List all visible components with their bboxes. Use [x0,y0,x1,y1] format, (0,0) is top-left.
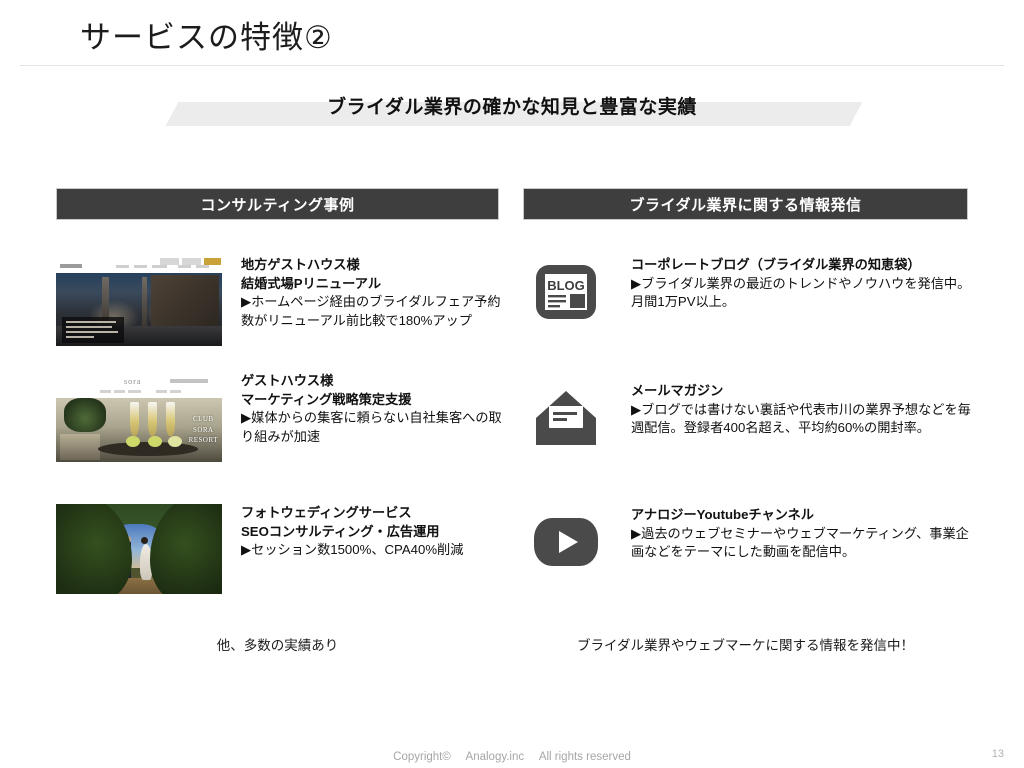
column-header-consulting: コンサルティング事例 [56,188,499,220]
list-item-body: ゲストハウス様 マーケティング戦略策定支援 ▶媒体からの集客に頼らない自社集客へ… [241,372,508,447]
list-item-heading: ゲストハウス様 マーケティング戦略策定支援 [241,373,412,407]
list-item-heading: 地方ゲストハウス様 結婚式場Pリニューアル [241,257,382,291]
page-title: サービスの特徴② [80,20,333,55]
list-item: アナロジーYoutubeチャンネル ▶過去のウェブセミナーやウェブマーケティング… [523,506,975,578]
site-logo-text: sora [124,377,142,386]
page-number: 13 [991,748,1004,760]
list-item-body: フォトウェディングサービス SEOコンサルティング・広告運用 ▶セッション数15… [241,504,508,560]
venue-dusk-photo [56,273,222,346]
column-header-information: ブライダル業界に関する情報発信 [523,188,968,220]
caption-information: ブライダル業界やウェブマーケに関する情報を発信中！ [577,638,914,653]
list-item-description: ▶ブライダル業界の最近のトレンドやノウハウを発信中。月間1万PV以上。 [631,275,971,310]
list-item: BLOG コーポレートブログ（ブライダル業界の知恵袋） ▶ブライダル業界の最近の… [523,256,975,328]
list-item-body: コーポレートブログ（ブライダル業界の知恵袋） ▶ブライダル業界の最近のトレンドや… [631,256,975,312]
beach-wedding-photo [56,504,222,594]
social-icons [170,379,208,383]
champagne-photo: CLUB SORA RESORT [56,398,222,462]
list-item-description: ▶過去のウェブセミナーやウェブマーケティング、事業企画などをテーマにした動画を配… [631,525,969,560]
list-item: メールマガジン ▶ブログでは書けない裏話や代表市川の業界予想などを毎週配信。登録… [523,382,975,454]
list-item-heading: アナロジーYoutubeチャンネル [631,507,814,522]
caption-consulting: 他、多数の実績あり [216,638,339,653]
list-item-description: ▶セッション数1500%、CPA40%削減 [241,542,464,558]
column-header-information-label: ブライダル業界に関する情報発信 [629,196,862,214]
site-logo [60,264,82,268]
list-item-body: 地方ゲストハウス様 結婚式場Pリニューアル ▶ホームページ経由のブライダルフェア… [241,256,508,331]
blog-icon: BLOG [523,256,609,328]
list-item-body: メールマガジン ▶ブログでは書けない裏話や代表市川の業界予想などを毎週配信。登録… [631,382,975,438]
list-item-description: ▶ホームページ経由のブライダルフェア予約数がリニューアル前比較で180%アップ [241,294,501,329]
title-divider [20,65,1004,66]
list-item: CLUB SORA RESORT sora ゲストハウス様 マーケティング戦略策… [56,372,508,462]
list-item-heading: メールマガジン [631,383,724,398]
column-header-consulting-label: コンサルティング事例 [200,196,355,214]
list-item-heading: フォトウェディングサービス SEOコンサルティング・広告運用 [241,505,440,539]
list-item-body: アナロジーYoutubeチャンネル ▶過去のウェブセミナーやウェブマーケティング… [631,506,975,562]
resort-overlay-text: CLUB SORA RESORT [188,415,218,444]
youtube-play-icon [523,506,609,578]
website-navbar: sora [56,372,222,398]
photo-caption-overlay [62,317,124,343]
website-navbar [56,256,222,273]
list-item: フォトウェディングサービス SEOコンサルティング・広告運用 ▶セッション数15… [56,504,508,594]
subtitle-text: ブライダル業界の確かな知見と豊富な実績 [327,97,697,118]
footer-copyright: Copyright© Analogy.inc All rights reserv… [393,751,631,763]
svg-text:BLOG: BLOG [547,278,585,293]
thumbnail-beach-wedding-photo [56,504,222,594]
list-item: 地方ゲストハウス様 結婚式場Pリニューアル ▶ホームページ経由のブライダルフェア… [56,256,508,346]
list-item-heading: コーポレートブログ（ブライダル業界の知恵袋） [631,257,921,272]
list-item-description: ▶媒体からの集客に頼らない自社集客への取り組みが加速 [241,410,502,445]
list-item-description: ▶ブログでは書けない裏話や代表市川の業界予想などを毎週配信。登録者400名超え、… [631,401,971,436]
mail-envelope-icon [523,382,609,454]
thumbnail-champagne-dessert-website: CLUB SORA RESORT sora [56,372,222,462]
thumbnail-wedding-venue-website [56,256,222,346]
